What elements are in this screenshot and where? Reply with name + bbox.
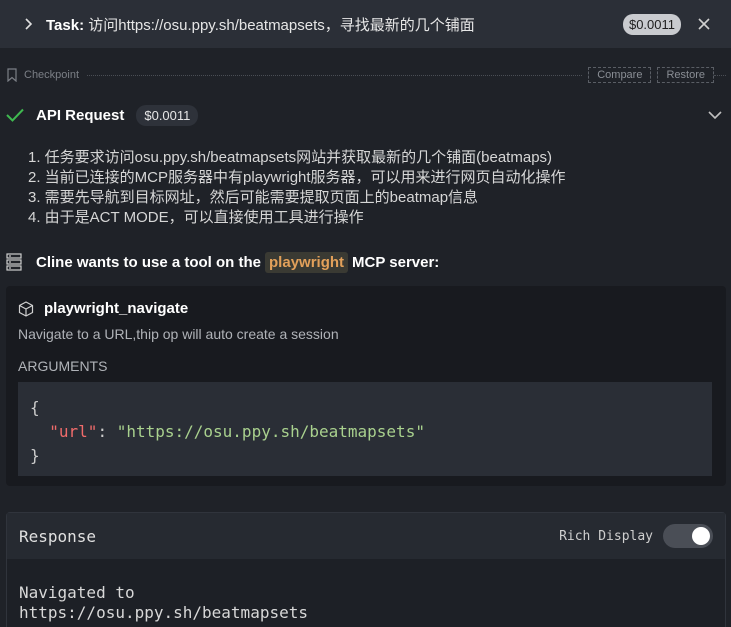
tool-request-header: Cline wants to use a tool on the playwri… <box>6 250 726 274</box>
reasoning-steps: 1. 任务要求访问osu.ppy.sh/beatmapsets网站并获取最新的几… <box>28 148 708 228</box>
checkmark-icon <box>6 108 24 122</box>
code-open-brace: { <box>30 398 40 417</box>
response-line: Navigated to <box>19 583 135 602</box>
response-body: Navigated to https://osu.ppy.sh/beatmaps… <box>7 559 725 623</box>
response-title: Response <box>19 526 97 546</box>
code-arg-line: "url": "https://osu.ppy.sh/beatmapsets" <box>30 420 700 444</box>
api-request-title: API Request <box>36 106 125 124</box>
restore-button[interactable]: Restore <box>657 67 714 83</box>
close-icon[interactable] <box>697 17 711 31</box>
checkpoint-row: Checkpoint Compare Restore <box>6 64 726 86</box>
code-close-brace: } <box>30 446 40 465</box>
arguments-label: ARGUMENTS <box>18 358 108 374</box>
checkpoint-label: Checkpoint <box>24 69 80 81</box>
list-item: 2. 当前已连接的MCP服务器中有playwright服务器，可以用来进行网页自… <box>28 169 566 186</box>
arguments-code-block: { "url": "https://osu.ppy.sh/beatmapsets… <box>18 382 712 476</box>
tool-name-row: playwright_navigate <box>18 300 188 317</box>
task-title: Task: 访问https://osu.ppy.sh/beatmapsets，寻… <box>46 14 623 35</box>
arg-colon: : <box>97 422 117 441</box>
arg-key: "url" <box>49 422 98 441</box>
checkpoint-divider-end <box>714 74 726 76</box>
list-item: 4. 由于是ACT MODE，可以直接使用工具进行操作 <box>28 209 364 226</box>
bookmark-icon <box>7 68 17 82</box>
tool-request-suffix: MCP server: <box>352 253 440 271</box>
task-header[interactable]: Task: 访问https://osu.ppy.sh/beatmapsets，寻… <box>0 0 731 48</box>
checkpoint-divider <box>87 74 583 76</box>
task-description: 访问https://osu.ppy.sh/beatmapsets，寻找最新的几个… <box>88 16 475 34</box>
server-name-chip: playwright <box>265 251 349 273</box>
cube-icon <box>18 300 34 317</box>
api-request-header[interactable]: API Request $0.0011 <box>6 102 726 128</box>
chevron-down-icon[interactable] <box>708 110 722 120</box>
task-cost-badge: $0.0011 <box>622 13 681 35</box>
response-line: https://osu.ppy.sh/beatmapsets <box>19 603 308 622</box>
rich-display-toggle[interactable] <box>663 524 713 548</box>
response-header: Response Rich Display <box>7 513 725 559</box>
tool-request-prefix: Cline wants to use a tool on the <box>36 253 262 271</box>
rich-display-label: Rich Display <box>559 528 653 544</box>
response-panel: Response Rich Display Navigated to https… <box>6 512 726 627</box>
list-item: 3. 需要先导航到目标网址，然后可能需要提取页面上的beatmap信息 <box>28 189 479 206</box>
chevron-right-icon[interactable] <box>22 18 34 30</box>
arg-value: "https://osu.ppy.sh/beatmapsets" <box>116 422 425 441</box>
tool-name: playwright_navigate <box>44 300 189 317</box>
task-label: Task: <box>46 16 85 34</box>
server-icon <box>6 253 22 271</box>
toggle-knob <box>692 527 710 545</box>
compare-button[interactable]: Compare <box>588 67 652 83</box>
list-item: 1. 任务要求访问osu.ppy.sh/beatmapsets网站并获取最新的几… <box>28 149 553 166</box>
tool-call-card: playwright_navigate Navigate to a URL,th… <box>6 286 726 486</box>
api-request-cost-badge: $0.0011 <box>136 104 199 126</box>
tool-description: Navigate to a URL,thip op will auto crea… <box>18 326 339 342</box>
